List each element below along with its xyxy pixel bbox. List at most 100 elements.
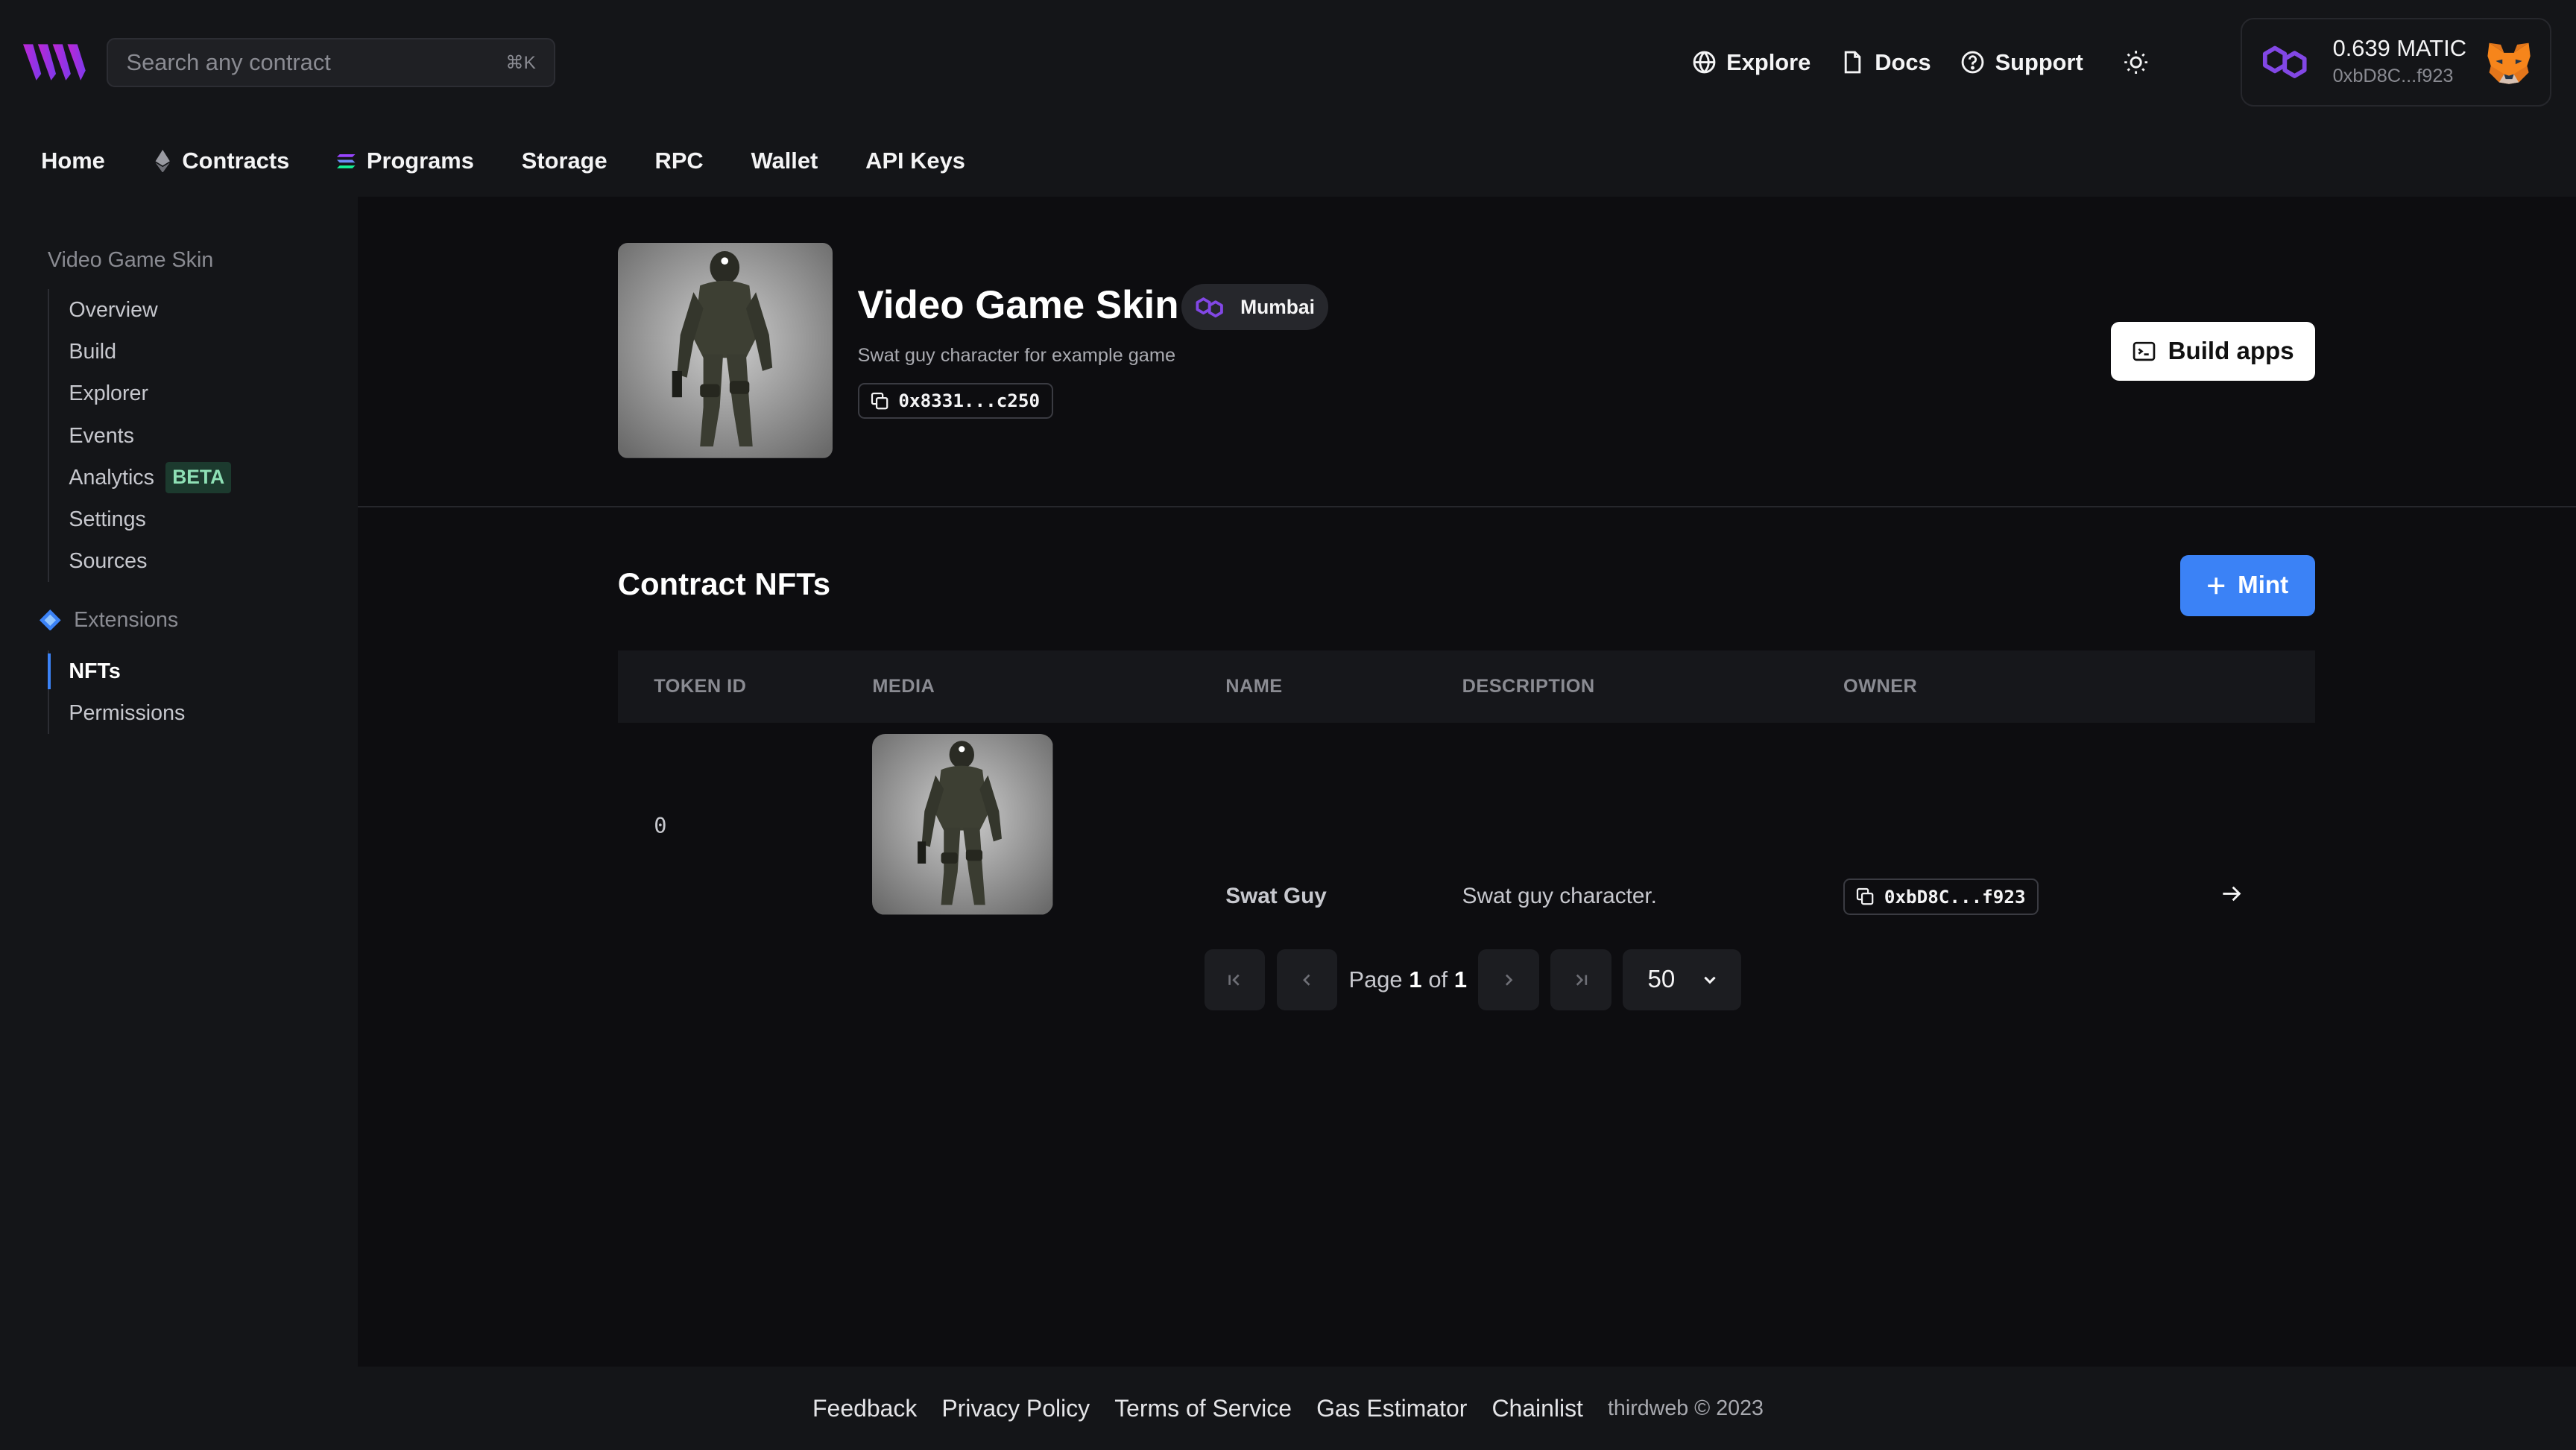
- contract-address-copy-button[interactable]: 0x8331...c250: [857, 382, 1053, 420]
- nav-storage-label: Storage: [521, 147, 607, 174]
- chevrons-right-icon: [1576, 974, 1588, 986]
- sidebar-item-events[interactable]: Events: [49, 415, 231, 457]
- wallet-address: 0xbD8C...f923: [2332, 65, 2454, 86]
- total-pages: 1: [1453, 966, 1468, 992]
- column-header-media: MEDIA: [872, 675, 935, 697]
- nav-wallet[interactable]: Wallet: [751, 148, 818, 174]
- table-row[interactable]: 0 Swat Guy Swat guy character. 0xbD8C...…: [618, 723, 2315, 926]
- extensions-heading: Extensions: [39, 608, 178, 633]
- footer-copyright: thirdweb © 2023: [1607, 1396, 1764, 1420]
- support-link[interactable]: Support: [1960, 49, 2083, 76]
- sidebar-item-build[interactable]: Build: [49, 331, 231, 373]
- soldier-image-icon: [872, 734, 1053, 915]
- nav-programs[interactable]: Programs: [337, 148, 474, 174]
- sidebar-item-label: Permissions: [69, 701, 186, 726]
- footer-link-gas-estimator[interactable]: Gas Estimator: [1316, 1395, 1467, 1422]
- column-header-owner: OWNER: [1843, 675, 1918, 697]
- main-nav: Home Contracts Programs Storage RPC Wall…: [41, 145, 1013, 177]
- build-apps-button[interactable]: Build apps: [2111, 321, 2315, 382]
- docs-label: Docs: [1875, 48, 1931, 75]
- copy-icon: [871, 392, 888, 409]
- nav-api-keys[interactable]: API Keys: [865, 148, 965, 174]
- wallet-info: 0.639 MATIC 0xbD8C...f923: [2333, 34, 2484, 90]
- search-input[interactable]: Search any contract ⌘K: [107, 37, 555, 87]
- page-word: Page: [1348, 966, 1403, 992]
- of-word: of: [1428, 966, 1448, 992]
- sidebar-group-extensions: NFTs Permissions: [47, 650, 185, 735]
- sidebar-item-nfts[interactable]: NFTs: [47, 650, 185, 692]
- nft-description: Swat guy character.: [1462, 883, 1657, 908]
- wallet-button[interactable]: 0.639 MATIC 0xbD8C...f923: [2241, 18, 2551, 107]
- nav-wallet-label: Wallet: [751, 147, 818, 174]
- chevron-right-icon: [1506, 974, 1513, 986]
- nav-home[interactable]: Home: [41, 148, 105, 174]
- sidebar-item-label: NFTs: [69, 659, 121, 683]
- sidebar-item-label: Events: [69, 423, 134, 448]
- previous-page-button[interactable]: [1276, 949, 1338, 1010]
- nav-home-label: Home: [41, 147, 105, 174]
- sidebar-item-settings[interactable]: Settings: [49, 498, 231, 540]
- polygon-icon: [2263, 46, 2307, 79]
- docs-link[interactable]: Docs: [1840, 49, 1931, 76]
- footer-link-feedback[interactable]: Feedback: [812, 1395, 917, 1422]
- theme-toggle-button[interactable]: [2119, 46, 2152, 79]
- pagination: Page 1 of 1 50: [1204, 949, 1742, 1010]
- owner-address-copy-button[interactable]: 0xbD8C...f923: [1843, 878, 2039, 915]
- footer-link-chainlist[interactable]: Chainlist: [1491, 1395, 1582, 1422]
- nav-storage[interactable]: Storage: [522, 148, 607, 174]
- nft-media: [872, 734, 1053, 915]
- next-page-button[interactable]: [1478, 949, 1540, 1010]
- nav-rpc-label: RPC: [654, 147, 704, 174]
- arrow-right-icon[interactable]: [2220, 882, 2243, 905]
- footer-link-terms-of-service[interactable]: Terms of Service: [1114, 1395, 1292, 1422]
- column-header-name: NAME: [1225, 675, 1283, 697]
- sidebar-item-label: Explorer: [69, 382, 148, 406]
- contract-address: 0x8331...c250: [898, 390, 1041, 412]
- contract-title: Video Game Skin: [857, 283, 1179, 328]
- sidebar-item-sources[interactable]: Sources: [49, 540, 231, 582]
- sidebar-group-main: Overview Build Explorer Events Analytics…: [47, 288, 232, 583]
- token-id: 0: [654, 813, 667, 838]
- mint-label: Mint: [2238, 571, 2289, 599]
- page-size-value: 50: [1647, 965, 1676, 993]
- chevron-left-icon: [1303, 974, 1310, 986]
- build-apps-label: Build apps: [2168, 337, 2294, 365]
- help-circle-icon: [1961, 51, 1984, 74]
- globe-icon: [1693, 51, 1716, 74]
- search-shortcut: ⌘K: [505, 52, 536, 73]
- sidebar-item-explorer[interactable]: Explorer: [49, 373, 231, 414]
- first-page-button[interactable]: [1204, 949, 1266, 1010]
- top-links: Explore Docs Support: [1692, 42, 2153, 82]
- sun-icon: [2124, 51, 2147, 75]
- column-header-description: DESCRIPTION: [1462, 675, 1595, 697]
- footer-link-privacy-policy[interactable]: Privacy Policy: [941, 1395, 1090, 1422]
- nav-contracts-label: Contracts: [182, 147, 290, 174]
- terminal-icon: [2133, 341, 2156, 361]
- column-header-token-id: TOKEN ID: [654, 675, 747, 697]
- network-label: Mumbai: [1240, 295, 1315, 318]
- sidebar-item-permissions[interactable]: Permissions: [49, 692, 185, 734]
- sidebar-item-label: Sources: [69, 549, 148, 574]
- nav-rpc[interactable]: RPC: [655, 148, 704, 174]
- sidebar-item-label: Build: [69, 340, 117, 364]
- sidebar-item-analytics[interactable]: Analytics BETA: [49, 457, 232, 498]
- thirdweb-logo-icon[interactable]: [22, 41, 86, 83]
- section-title: Contract NFTs: [617, 566, 831, 602]
- ethereum-icon: [155, 149, 170, 173]
- last-page-button[interactable]: [1550, 949, 1611, 1010]
- polygon-icon: [1196, 297, 1224, 317]
- sidebar: Video Game Skin Overview Build Explorer …: [0, 197, 359, 1367]
- soldier-image-icon: [617, 243, 833, 458]
- chevron-down-icon: [1704, 976, 1716, 984]
- sidebar-item-overview[interactable]: Overview: [49, 289, 231, 331]
- page-size-select[interactable]: 50: [1623, 949, 1742, 1010]
- nav-contracts[interactable]: Contracts: [153, 147, 290, 174]
- explore-label: Explore: [1726, 48, 1811, 75]
- mint-button[interactable]: Mint: [2179, 554, 2315, 616]
- page-indicator: Page 1 of 1: [1349, 966, 1468, 993]
- contract-image: [617, 243, 833, 458]
- contract-header: Video Game Skin Mumbai Swat guy characte…: [358, 197, 2576, 508]
- explore-link[interactable]: Explore: [1692, 49, 1811, 76]
- owner-address: 0xbD8C...f923: [1884, 885, 2026, 908]
- footer: Feedback Privacy Policy Terms of Service…: [0, 1366, 2576, 1450]
